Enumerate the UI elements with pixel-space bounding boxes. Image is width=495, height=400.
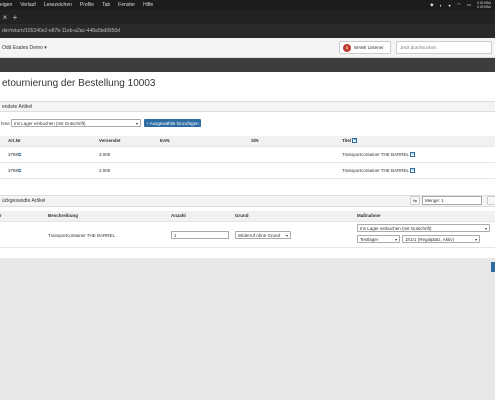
submit-button[interactable]: [491, 262, 495, 272]
col-beschreibung: Beschreibung: [48, 213, 79, 218]
table-row[interactable]: 3788⧉: [8, 152, 21, 157]
quantity-label: Menge: 1: [425, 198, 444, 203]
chevron-down-icon: ▾: [135, 121, 138, 126]
reason-select[interactable]: Widerruf ohne Grund ▾: [235, 231, 291, 239]
chevron-down-icon: ▾: [484, 226, 487, 231]
dropbox-icon[interactable]: ◆: [430, 2, 433, 8]
new-tab-button[interactable]: +: [10, 13, 20, 22]
swap-icon[interactable]: ⇆: [410, 196, 420, 205]
chevron-down-icon: ▾: [394, 237, 397, 242]
divider: [0, 221, 495, 222]
client-selector[interactable]: Odd Esates Demo ▾: [2, 45, 47, 51]
divider: [0, 162, 495, 163]
search-input[interactable]: [396, 41, 492, 54]
chevron-down-icon: ▾: [44, 44, 47, 51]
menu-tab[interactable]: Tab: [102, 2, 110, 8]
app-header: Odd Esates Demo ▾ $ WAWI Listener: [0, 38, 495, 58]
sent-table-header: [0, 136, 495, 146]
shield-icon[interactable]: ◐: [440, 3, 443, 8]
menu-verlauf[interactable]: Verlauf: [20, 2, 36, 8]
network-speed: 0.00 KB/s 0.03 KB/s: [477, 1, 491, 9]
warehouse-select[interactable]: Testlager ▾: [357, 235, 400, 243]
menu-profile[interactable]: Profile: [80, 2, 94, 8]
divider: [0, 178, 495, 179]
table-row[interactable]: 3788⧉: [8, 168, 21, 173]
measure-select[interactable]: Ins Lager einbuchen (mit Gutschrift) ▾: [357, 224, 490, 232]
titel-text: Transportcontainer THE BARREL: [342, 168, 409, 173]
measure-value: Ins Lager einbuchen (mit Gutschrift): [360, 225, 432, 231]
menu-fenster[interactable]: Fenster: [118, 2, 135, 8]
art-nr-cell: 3788: [8, 152, 19, 157]
versendet-cell: 3.000: [99, 152, 111, 157]
action-label: hme: [1, 121, 10, 126]
col-nr: r: [0, 213, 2, 218]
titel-cell: Transportcontainer THE BARREL ≡: [342, 152, 416, 158]
location-select[interactable]: 1h1r1 (Regalplatz, Aktiv) ▾: [402, 235, 480, 243]
url-text: der/return/155340e2-e87b-11eb-a2ac-448a5…: [2, 28, 121, 34]
info-icon[interactable]: +: [352, 138, 358, 144]
quantity-value: 1: [174, 232, 177, 238]
col-titel-text: Titel: [342, 138, 352, 143]
mac-menubar: eigen Verlauf Lesezeichen Profile Tab Fe…: [0, 0, 495, 10]
menu-anzeigen[interactable]: eigen: [0, 2, 12, 8]
col-titel: Titel +: [342, 138, 358, 144]
action-select[interactable]: Ins Lager einbuchen (mit Gutschrift) ▾: [11, 119, 141, 127]
divider: [0, 247, 495, 248]
col-ean: EAN: [160, 138, 170, 143]
menubar-status-area: ◆ ◐ ● ◠ ▭ 0.00 KB/s 0.03 KB/s: [430, 0, 491, 10]
reason-value: Widerruf ohne Grund: [238, 232, 281, 238]
action-select-value: Ins Lager einbuchen (mit Gutschrift): [14, 120, 86, 126]
add-selected-label: + Ausgewählte hinzufügen: [146, 120, 199, 126]
titel-cell: Transportcontainer THE BARREL ≡: [342, 168, 416, 174]
more-button[interactable]: [487, 196, 495, 205]
col-versendet: Versendet: [99, 138, 121, 143]
returned-items-heading: ückgesandte Artikel: [0, 195, 495, 207]
col-massnahme: Maßnahme: [357, 213, 381, 218]
battery-icon[interactable]: ▭: [467, 2, 471, 8]
quantity-input[interactable]: Menge: 1: [422, 196, 482, 205]
wawi-label: WAWI Listener: [354, 45, 384, 50]
divider: [0, 146, 495, 147]
add-selected-button[interactable]: + Ausgewählte hinzufügen: [144, 119, 201, 127]
info-icon[interactable]: ≡: [410, 168, 416, 174]
description-cell: Transportcontainer THE BARREL: [48, 233, 116, 238]
link-icon[interactable]: ⧉: [18, 168, 21, 173]
empty-background: [0, 258, 495, 400]
wawi-listener-button[interactable]: $ WAWI Listener: [339, 41, 391, 54]
quantity-field[interactable]: 1: [171, 231, 229, 239]
net-down-text: 0.03 KB/s: [477, 5, 491, 9]
link-icon[interactable]: ⧉: [18, 152, 21, 157]
close-tab-icon[interactable]: ×: [0, 13, 10, 22]
versendet-cell: 2.000: [99, 168, 111, 173]
col-art-nr: Art.Nr: [8, 138, 21, 143]
wifi-icon[interactable]: ◠: [457, 2, 461, 8]
menu-lesezeichen[interactable]: Lesezeichen: [44, 2, 72, 8]
warehouse-value: Testlager: [360, 236, 379, 242]
wawi-badge-icon: $: [343, 43, 351, 52]
location-value: 1h1r1 (Regalplatz, Aktiv): [405, 236, 455, 242]
info-icon[interactable]: ≡: [410, 152, 416, 158]
browser-tab-strip: × +: [0, 10, 495, 24]
sent-items-heading-text: endete Artikel: [2, 103, 33, 110]
col-sn: S/N: [251, 138, 259, 143]
page-title: etournierung der Bestellung 10003: [2, 78, 156, 89]
toolbar-band: [0, 58, 495, 72]
client-name: Odd Esates Demo: [2, 44, 43, 51]
chevron-down-icon: ▾: [474, 237, 477, 242]
col-grund: Grund: [235, 213, 249, 218]
sent-items-heading: endete Artikel: [0, 101, 495, 112]
art-nr-cell: 3788: [8, 168, 19, 173]
menu-hilfe[interactable]: Hilfe: [143, 2, 153, 8]
url-bar[interactable]: der/return/155340e2-e87b-11eb-a2ac-448a5…: [0, 24, 495, 38]
chevron-down-icon: ▾: [285, 233, 288, 238]
bell-icon[interactable]: ●: [448, 3, 451, 8]
returned-items-heading-text: ückgesandte Artikel: [2, 198, 46, 204]
col-anzahl: Anzahl: [171, 213, 186, 218]
titel-text: Transportcontainer THE BARREL: [342, 152, 409, 157]
